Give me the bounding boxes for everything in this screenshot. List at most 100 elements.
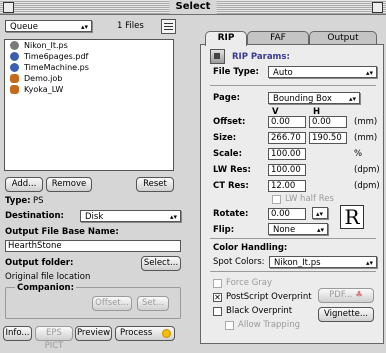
file-type-select[interactable]: Auto ▴▾ [268, 66, 377, 78]
scale-field[interactable]: 100.00 [268, 148, 306, 160]
queue-select-value: Queue [10, 22, 38, 32]
popup-arrows-icon: ▴▾ [316, 226, 324, 234]
zoom-box[interactable] [372, 2, 383, 13]
list-item[interactable]: Time6pages.pdf [5, 51, 173, 62]
acrobat-icon: ♣ [355, 290, 363, 300]
file-name: Demo.job [24, 74, 63, 83]
size-h-field[interactable]: 190.50 [309, 132, 347, 144]
person-icon [10, 85, 19, 94]
scale-unit: % [354, 149, 363, 159]
rotate-field[interactable]: 0.00 [268, 208, 306, 220]
divider [210, 271, 376, 272]
black-overprint-checkbox[interactable] [213, 307, 222, 316]
add-button[interactable]: Add... [5, 177, 43, 192]
scale-label: Scale: [213, 149, 242, 159]
close-box[interactable] [3, 2, 14, 13]
allow-trapping-checkbox[interactable] [225, 321, 234, 330]
list-item[interactable]: Demo.job [5, 73, 173, 84]
remove-button[interactable]: Remove [46, 177, 92, 192]
person-icon [10, 74, 19, 83]
spot-colors-value: Nikon_It.ps [274, 258, 321, 268]
size-v-field[interactable]: 266.70 [268, 132, 306, 144]
orientation-preview: R [340, 205, 364, 229]
output-base-name-field[interactable]: HearthStone [5, 240, 181, 252]
preview-button[interactable]: Preview [75, 326, 112, 341]
force-gray-checkbox[interactable] [213, 279, 222, 288]
lw-res-label: LW Res: [213, 165, 251, 175]
rotate-select[interactable]: ▴▾ [312, 207, 328, 219]
lw-res-unit: (dpm) [354, 165, 380, 175]
window-title: Select [169, 0, 217, 14]
destination-select[interactable]: Disk ▴▾ [80, 210, 181, 222]
flip-select[interactable]: None ▴▾ [268, 223, 328, 235]
black-overprint-label: Black Overprint [226, 306, 293, 316]
popup-arrows-icon: ▴▾ [169, 213, 177, 221]
ct-res-label: CT Res: [213, 181, 249, 191]
info-button[interactable]: Info... [3, 326, 32, 341]
postscript-overprint-checkbox[interactable]: ✕ [213, 293, 222, 302]
offset-button[interactable]: Offset... [92, 296, 132, 311]
list-view-icon[interactable] [161, 19, 176, 34]
ct-res-field[interactable]: 12.00 [268, 180, 306, 192]
queue-select[interactable]: Queue ▴▾ [5, 20, 92, 32]
spot-colors-label: Spot Colors: [213, 257, 265, 267]
file-list[interactable]: Nikon_It.ps Time6pages.pdf TimeMachine.p… [4, 39, 174, 171]
list-item[interactable]: Kyoka_LW [5, 84, 173, 95]
size-label: Size: [213, 133, 237, 143]
popup-arrows-icon: ▴▾ [80, 23, 88, 31]
popup-arrows-icon: ▴▾ [365, 259, 373, 267]
reset-button[interactable]: Reset [136, 177, 174, 192]
destination-value: Disk [85, 212, 104, 222]
pdf-label: PDF... [329, 290, 353, 300]
offset-unit: (mm) [354, 117, 378, 127]
pdf-button[interactable]: PDF... ♣ [318, 288, 374, 303]
title-bar: Select [0, 0, 386, 15]
type-value: PS [33, 196, 44, 206]
divider [210, 238, 376, 239]
rotate-label: Rotate: [213, 209, 249, 219]
spot-colors-select[interactable]: Nikon_It.ps ▴▾ [269, 256, 377, 268]
offset-v-field[interactable]: 0.00 [268, 116, 306, 128]
tab-rip[interactable]: RIP [205, 31, 247, 46]
file-type-value: Auto [273, 68, 293, 78]
flip-label: Flip: [213, 225, 235, 235]
file-type-label: File Type: [213, 67, 259, 77]
file-name: Nikon_It.ps [24, 41, 68, 50]
ct-res-unit: (dpm) [354, 181, 380, 191]
destination-label: Destination: [5, 211, 64, 221]
lw-half-res-checkbox[interactable] [272, 195, 281, 204]
page-label: Page: [213, 93, 240, 103]
postscript-overprint-label: PostScript Overprint [226, 292, 312, 302]
list-item[interactable]: TimeMachine.ps [5, 62, 173, 73]
select-folder-button[interactable]: Select... [141, 256, 181, 271]
force-gray-label: Force Gray [226, 278, 273, 288]
popup-arrows-icon: ▴▾ [315, 210, 323, 218]
set-button[interactable]: Set... [137, 296, 169, 311]
output-base-name-label: Output File Base Name: [5, 227, 119, 237]
lw-res-field[interactable]: 100.00 [268, 164, 306, 176]
popup-arrows-icon: ▴▾ [365, 69, 373, 77]
gear-icon [10, 41, 19, 50]
vignette-button[interactable]: Vignette... [318, 307, 374, 322]
divider [210, 85, 376, 86]
lw-half-res-label: LW half Res [285, 194, 334, 204]
rip-icon [210, 49, 225, 64]
output-folder-path: Original file location [5, 272, 91, 282]
process-label: Process [120, 328, 153, 338]
page-select[interactable]: Bounding Box ▴▾ [268, 92, 360, 104]
process-button[interactable]: Process [115, 326, 175, 341]
offset-h-field[interactable]: 0.00 [309, 116, 347, 128]
tab-output[interactable]: Output [309, 31, 377, 45]
flip-value: None [273, 225, 296, 235]
rip-params-title: RIP Params: [232, 52, 290, 62]
clock-icon [10, 63, 19, 72]
file-name: Time6pages.pdf [24, 52, 89, 61]
page-value: Bounding Box [273, 94, 332, 104]
list-item[interactable]: Nikon_It.ps [5, 40, 173, 51]
tab-faf[interactable]: FAF [247, 31, 309, 45]
file-name: Kyoka_LW [24, 85, 64, 94]
companion-label: Companion: [15, 283, 77, 294]
eps-pict-button[interactable]: EPS PICT [35, 326, 73, 351]
gear-icon [162, 329, 171, 338]
files-count: 1 Files [117, 21, 144, 31]
